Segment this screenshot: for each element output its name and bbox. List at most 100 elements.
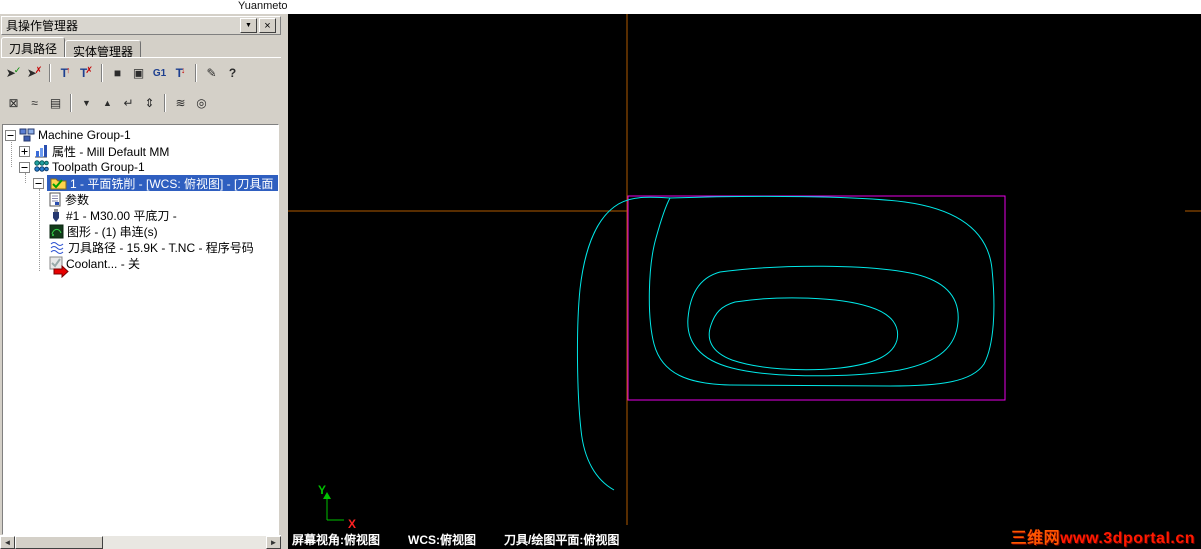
- graphics-viewport[interactable]: Y X 屏幕视角:俯视图 WCS:俯视图 刀具/绘图平面:俯视图 三维网www.…: [288, 14, 1201, 549]
- move-insert-to-end-button[interactable]: ↵: [118, 92, 139, 114]
- single-display-button[interactable]: ◎: [191, 92, 212, 114]
- delete-operations-button[interactable]: ✎: [201, 62, 222, 84]
- x-axis-label: X: [348, 517, 356, 531]
- tree-item-tool[interactable]: #1 - M30.00 平底刀 -: [3, 207, 278, 223]
- waves-icon: ≋: [175, 96, 186, 110]
- up-arrow-mark-icon: ↑: [65, 65, 71, 75]
- scroll-left-button[interactable]: ◄: [0, 536, 15, 549]
- cad-scene: Y X: [288, 14, 1201, 531]
- selected-row-highlight: 1 - 平面铣削 - [WCS: 俯视图] - [刀具面: [47, 175, 278, 191]
- status-gview: 屏幕视角:俯视图: [292, 533, 380, 547]
- tree-item-label: 1 - 平面铣削 - [WCS: 俯视图] - [刀具面: [70, 176, 274, 191]
- regen-selected-button[interactable]: T ↑: [55, 62, 76, 84]
- scroll-right-icon: ►: [269, 538, 278, 547]
- panel-close-button[interactable]: ×: [259, 18, 276, 33]
- backplot-button[interactable]: ▣: [128, 62, 149, 84]
- toggle-toolpath-display-button[interactable]: ≈: [24, 92, 45, 114]
- tree-item-label: Toolpath Group-1: [52, 160, 145, 174]
- tab-solids-manager[interactable]: 实体管理器: [65, 40, 142, 59]
- help-icon: ?: [228, 66, 237, 80]
- toolpath-middle-loop[interactable]: [687, 265, 959, 377]
- regen-all-dirty-button[interactable]: T ✗: [76, 62, 97, 84]
- scrollbar-thumb[interactable]: [15, 536, 103, 549]
- x-mark-icon: ✗: [34, 64, 43, 75]
- expand-icon[interactable]: [19, 145, 30, 157]
- g1-post-icon: G1: [152, 67, 167, 79]
- pencil-icon: ✎: [206, 66, 217, 80]
- y-axis-label: Y: [318, 483, 326, 497]
- close-icon: ×: [264, 19, 271, 32]
- help-button[interactable]: ?: [222, 62, 243, 84]
- up-triangle-icon: ▲: [103, 98, 112, 108]
- status-bar: 屏幕视角:俯视图 WCS:俯视图 刀具/绘图平面:俯视图: [292, 531, 619, 548]
- return-arrow-icon: ↵: [123, 96, 134, 110]
- select-all-operations-button[interactable]: ➤ ✓: [3, 62, 24, 84]
- toolpath-group-icon: [34, 160, 49, 172]
- toolbar-separator: [164, 94, 166, 112]
- lock-icon: ⊠: [8, 96, 19, 110]
- lock-toolpath-button[interactable]: ⊠: [3, 92, 24, 114]
- tab-toolpaths[interactable]: 刀具路径: [1, 37, 66, 58]
- collapse-icon[interactable]: [5, 129, 16, 141]
- tool-icon: [53, 208, 59, 222]
- tree-item-coolant[interactable]: Coolant... - 关: [3, 255, 278, 271]
- down-triangle-icon: ▼: [82, 98, 91, 108]
- panel-titlebar[interactable]: 具操作管理器 ▼ ×: [1, 16, 281, 35]
- panel-splitter[interactable]: [281, 14, 288, 549]
- operations-tree: Machine Group-1 属性 - Mill Default MM Too…: [2, 124, 279, 535]
- tree-item-face-mill-operation[interactable]: 1 - 平面铣削 - [WCS: 俯视图] - [刀具面: [3, 175, 278, 191]
- scroll-insert-button[interactable]: ⇕: [139, 92, 160, 114]
- status-cplane: 刀具/绘图平面:俯视图: [504, 533, 620, 547]
- status-wcs: WCS:俯视图: [408, 533, 476, 547]
- tree-item-machine-group[interactable]: Machine Group-1: [3, 127, 278, 143]
- operation-folder-icon: [50, 178, 67, 190]
- verify-button[interactable]: ■: [107, 62, 128, 84]
- scroll-left-icon: ◄: [3, 538, 12, 547]
- manager-tabs: 刀具路径 实体管理器: [1, 37, 142, 59]
- scrollbar-track[interactable]: [103, 536, 266, 549]
- tree-item-label: Machine Group-1: [38, 128, 131, 142]
- tree-item-label: 刀具路径 - 15.9K - T.NC - 程序号码: [68, 240, 254, 255]
- toolbar-row-1: ➤ ✓ ➤ ✗ T ↑ T ✗ ■ ▣ G1 T ↓ ✎ ?: [3, 61, 243, 85]
- toolpath-outer-loop[interactable]: [648, 195, 995, 387]
- tab-toolpaths-label: 刀具路径: [9, 42, 58, 56]
- insert-position-arrow-icon[interactable]: [53, 265, 69, 278]
- deselect-all-operations-button[interactable]: ➤ ✗: [24, 62, 45, 84]
- watermark-site: 三维网: [1010, 530, 1061, 547]
- collapse-icon[interactable]: [33, 177, 44, 189]
- toolpath-file-icon: [50, 242, 64, 254]
- parameters-icon: [49, 192, 61, 206]
- scroll-right-button[interactable]: ►: [266, 536, 281, 549]
- lock-posting-button[interactable]: ▤: [45, 92, 66, 114]
- move-insert-up-button[interactable]: ▲: [97, 92, 118, 114]
- check-mark-icon: ✓: [13, 64, 22, 75]
- top-window-text: Yuanmeto: [238, 0, 288, 12]
- top-window-strip: Yuanmeto: [0, 0, 1201, 14]
- post-g1-button[interactable]: G1: [149, 62, 170, 84]
- up-down-arrow-icon: ⇕: [144, 96, 155, 110]
- panel-horizontal-scrollbar[interactable]: ◄ ►: [0, 535, 281, 549]
- tree-item-toolpath-file[interactable]: 刀具路径 - 15.9K - T.NC - 程序号码: [3, 239, 278, 255]
- verify-icon: ■: [113, 66, 122, 80]
- panel-dropdown-button[interactable]: ▼: [240, 18, 257, 33]
- display-options-button[interactable]: ≋: [170, 92, 191, 114]
- collapse-icon[interactable]: [19, 161, 30, 173]
- toolpath-lead-in[interactable]: [576, 196, 671, 491]
- tree-item-geometry[interactable]: 图形 - (1) 串连(s): [3, 223, 278, 239]
- x-mark-icon: ✗: [85, 64, 93, 75]
- down-arrow-mark-icon: ↓: [180, 65, 186, 75]
- tree-item-toolpath-group[interactable]: Toolpath Group-1: [3, 159, 278, 175]
- operations-manager-panel: 具操作管理器 ▼ × 刀具路径 实体管理器 ➤ ✓ ➤ ✗ T ↑ T ✗ ■ …: [0, 14, 288, 549]
- tree-item-label: #1 - M30.00 平底刀 -: [66, 208, 177, 223]
- circle-target-icon: ◎: [196, 96, 207, 110]
- move-insert-down-button[interactable]: ▼: [76, 92, 97, 114]
- toolbar-separator: [70, 94, 72, 112]
- toolbar-row-2: ⊠ ≈ ▤ ▼ ▲ ↵ ⇕ ≋ ◎: [3, 91, 212, 115]
- toolpath-inner-loop[interactable]: [708, 297, 899, 371]
- tree-item-parameters[interactable]: 参数: [3, 191, 278, 207]
- toolbar-separator: [49, 64, 51, 82]
- edit-selected-operations-button[interactable]: T ↓: [170, 62, 191, 84]
- toolbar-separator: [195, 64, 197, 82]
- tree-item-properties[interactable]: 属性 - Mill Default MM: [3, 143, 278, 159]
- geometry-icon: [49, 224, 64, 238]
